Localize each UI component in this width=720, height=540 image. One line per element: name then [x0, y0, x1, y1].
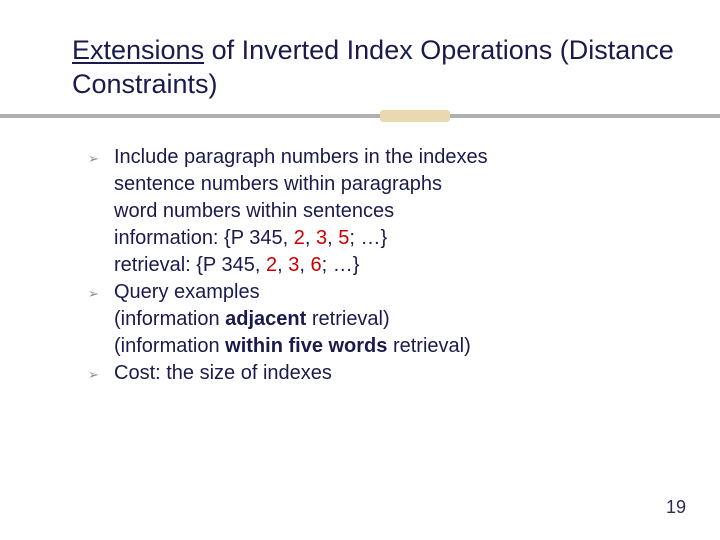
title-underlined: Extensions: [72, 35, 204, 65]
sub-text: (information: [114, 308, 225, 330]
page-number: 19: [666, 497, 686, 518]
bullet-icon: ➢: [88, 285, 99, 303]
body: ➢ Include paragraph numbers in the index…: [0, 126, 720, 387]
sub-red: 5: [338, 227, 349, 249]
sub-red: 6: [310, 254, 321, 276]
sub-text: retrieval): [387, 335, 470, 357]
sub-text: retrieval): [306, 308, 389, 330]
sub-red: 3: [288, 254, 299, 276]
bullet-lead: Cost: the size of indexes: [114, 362, 332, 384]
bullet-sub: (information adjacent retrieval): [114, 306, 660, 333]
bullet-sub: sentence numbers within paragraphs: [114, 171, 660, 198]
bullet-list: ➢ Include paragraph numbers in the index…: [114, 144, 660, 387]
sub-red: 2: [294, 227, 305, 249]
divider: [0, 108, 720, 126]
sub-text: ; …}: [349, 227, 387, 249]
list-item: ➢ Cost: the size of indexes: [114, 360, 660, 387]
bullet-lead: Query examples: [114, 281, 260, 303]
slide: Extensions of Inverted Index Operations …: [0, 0, 720, 540]
bullet-icon: ➢: [88, 150, 99, 168]
sub-red: 2: [266, 254, 277, 276]
bullet-sub: word numbers within sentences: [114, 198, 660, 225]
sub-bold: adjacent: [225, 308, 306, 330]
title-block: Extensions of Inverted Index Operations …: [0, 0, 720, 102]
sub-text: information: {P 345,: [114, 227, 294, 249]
list-item: ➢ Query examples (information adjacent r…: [114, 279, 660, 360]
bullet-sub: information: {P 345, 2, 3, 5; …}: [114, 225, 660, 252]
sub-text: ; …}: [322, 254, 360, 276]
list-item: ➢ Include paragraph numbers in the index…: [114, 144, 660, 279]
bullet-icon: ➢: [88, 366, 99, 384]
bullet-sub: (information within five words retrieval…: [114, 333, 660, 360]
divider-line: [0, 114, 720, 118]
sub-text: ,: [299, 254, 310, 276]
sub-red: 3: [316, 227, 327, 249]
sub-text: ,: [327, 227, 338, 249]
sub-text: (information: [114, 335, 225, 357]
bullet-sub: retrieval: {P 345, 2, 3, 6; …}: [114, 252, 660, 279]
sub-bold: within five words: [225, 335, 387, 357]
sub-text: ,: [305, 227, 316, 249]
divider-accent: [380, 110, 450, 122]
slide-title: Extensions of Inverted Index Operations …: [72, 34, 680, 102]
sub-text: retrieval: {P 345,: [114, 254, 266, 276]
sub-text: ,: [277, 254, 288, 276]
bullet-lead: Include paragraph numbers in the indexes: [114, 146, 488, 168]
